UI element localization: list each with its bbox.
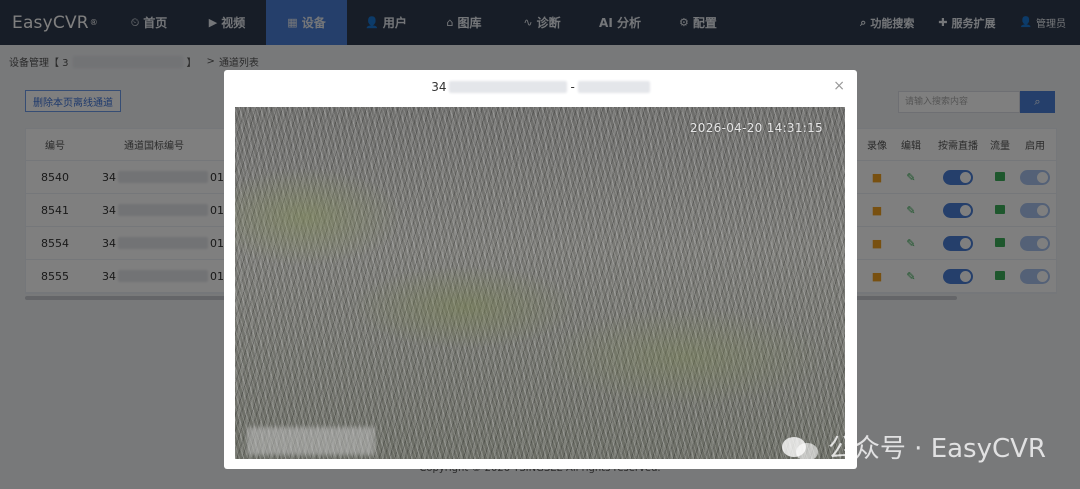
redacted-osd-label xyxy=(247,427,375,455)
close-icon[interactable]: × xyxy=(833,78,845,94)
dialog-title-separator: - xyxy=(570,80,575,94)
redacted-channel-code xyxy=(577,81,650,93)
video-timestamp: 2026-04-20 14:31:15 xyxy=(689,121,823,135)
redacted-device-code xyxy=(449,81,568,93)
watermark-text: 公众号 · EasyCVR xyxy=(827,434,1046,464)
dialog-title: 34 - xyxy=(224,80,857,94)
watermark: 公众号 · EasyCVR xyxy=(781,428,1046,465)
dialog-title-prefix: 34 xyxy=(431,80,447,94)
video-preview-dialog: 34 - × 2026-04-20 14:31:15 xyxy=(224,70,857,469)
video-player[interactable]: 2026-04-20 14:31:15 xyxy=(235,107,845,459)
wechat-logo-icon xyxy=(781,433,820,461)
